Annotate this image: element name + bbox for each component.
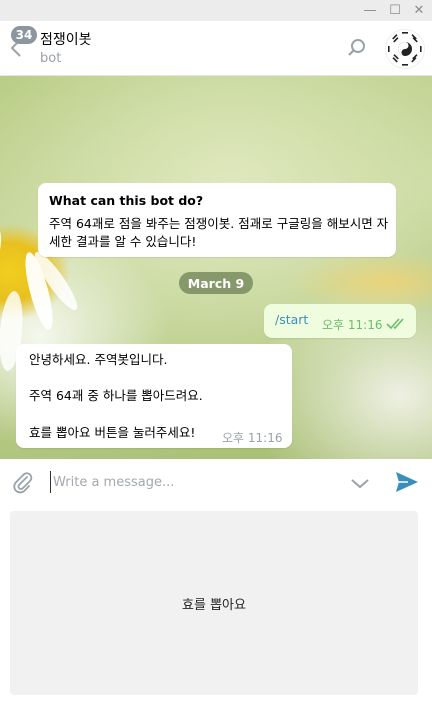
unread-count-badge: 34 bbox=[11, 26, 37, 44]
message-line: 안녕하세요. 주역봇입니다. bbox=[29, 352, 168, 367]
bot-description-bubble: What can this bot do? 주역 64괘로 점을 봐주는 점쟁이… bbox=[38, 183, 396, 257]
chat-area[interactable]: What can this bot do? 주역 64괘로 점을 봐주는 점쟁이… bbox=[0, 76, 432, 459]
message-time: 오후 11:16 bbox=[222, 431, 283, 445]
message-time: 오후 11:16 bbox=[322, 318, 383, 332]
chat-subtitle: bot bbox=[40, 51, 62, 66]
incoming-message[interactable]: 안녕하세요. 주역봇입니다. 주역 64괘 중 하나를 뽑아드려요. 효를 뽑아… bbox=[16, 344, 292, 448]
attach-button[interactable] bbox=[11, 470, 35, 494]
double-check-icon bbox=[386, 318, 404, 330]
bot-description-text: 주역 64괘로 점을 봐주는 점쟁이봇. 점괘로 구글링을 해보시면 자세한 결… bbox=[49, 216, 389, 249]
send-icon bbox=[396, 472, 418, 492]
message-line: 효를 뽑아요 버튼을 눌러주세요! bbox=[29, 425, 196, 440]
send-button[interactable] bbox=[394, 470, 420, 494]
bot-description-heading: What can this bot do? bbox=[49, 193, 204, 208]
message-input[interactable] bbox=[50, 471, 335, 493]
message-composer bbox=[0, 459, 432, 505]
bot-keyboard: 효를 뽑아요 bbox=[0, 504, 432, 701]
draw-hexagram-button[interactable]: 효를 뽑아요 bbox=[10, 511, 418, 695]
hide-keyboard-button[interactable] bbox=[349, 472, 371, 494]
minimize-button[interactable]: — bbox=[356, 0, 384, 21]
chevron-down-icon bbox=[351, 479, 369, 489]
bot-avatar[interactable] bbox=[385, 29, 425, 69]
search-icon bbox=[348, 39, 365, 56]
paperclip-icon bbox=[13, 472, 33, 494]
outgoing-message[interactable]: /start 오후 11:16 bbox=[264, 304, 416, 338]
taeguk-icon bbox=[388, 32, 422, 66]
date-separator: March 9 bbox=[179, 272, 253, 294]
message-text[interactable]: /start bbox=[275, 311, 308, 329]
window-titlebar: — ☐ ✕ bbox=[0, 0, 432, 21]
search-button[interactable] bbox=[346, 37, 368, 59]
message-line: 주역 64괘 중 하나를 뽑아드려요. bbox=[29, 388, 203, 403]
chat-header: 34 점쟁이봇 bot bbox=[0, 21, 432, 76]
chat-title[interactable]: 점쟁이봇 bbox=[40, 29, 92, 49]
close-button[interactable]: ✕ bbox=[405, 0, 432, 21]
